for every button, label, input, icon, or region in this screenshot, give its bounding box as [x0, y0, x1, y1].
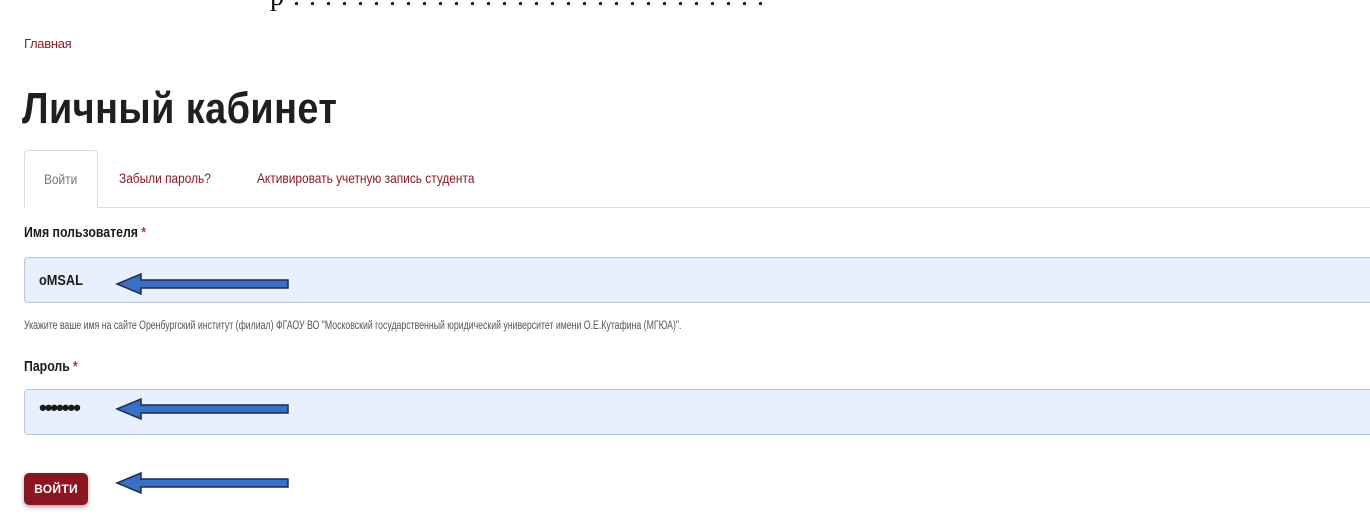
username-label: Имя пользователя * [24, 224, 146, 241]
required-marker: * [141, 224, 147, 241]
tab-forgot-password[interactable]: Забыли пароль? [119, 150, 211, 207]
password-label-text: Пароль [24, 358, 70, 375]
cropped-document-text: р . . . . . . . . . . . . . . . . . . . … [0, 0, 1370, 14]
username-label-text: Имя пользователя [24, 224, 138, 241]
breadcrumb-home-link[interactable]: Главная [24, 36, 72, 51]
login-submit-button[interactable]: ВОЙТИ [24, 473, 88, 505]
tab-login-label: Войти [44, 171, 78, 187]
tab-login[interactable]: Войти [24, 150, 98, 208]
annotation-arrow-password [115, 397, 289, 421]
page-title: Личный кабинет [22, 84, 338, 133]
password-label: Пароль * [24, 358, 78, 375]
annotation-arrow-submit [115, 471, 289, 495]
username-hint: Укажите ваше имя на сайте Оренбургский и… [24, 320, 682, 332]
tab-bar: Войти Забыли пароль? Активировать учетну… [24, 150, 1370, 208]
tab-activate-student-account[interactable]: Активировать учетную запись студента [257, 150, 474, 207]
annotation-arrow-username [115, 272, 289, 296]
required-marker: * [73, 358, 78, 375]
